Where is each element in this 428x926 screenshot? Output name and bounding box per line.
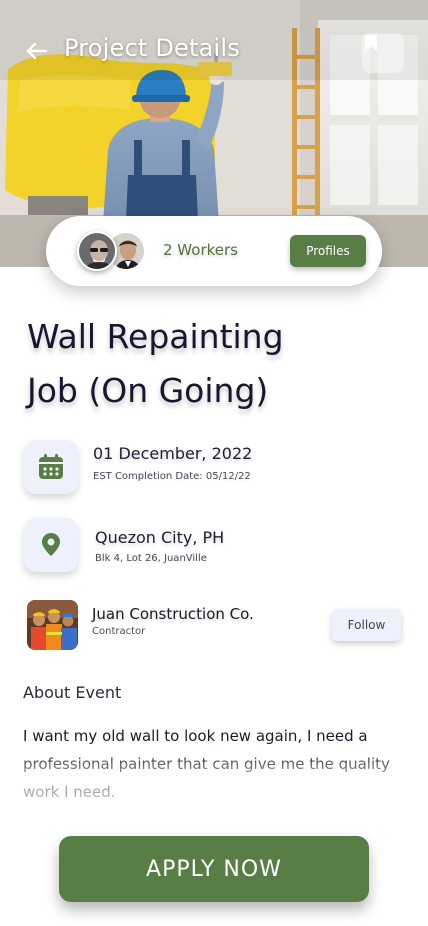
arrow-left-icon: [26, 42, 48, 60]
workers-card: 2 Workers Profiles: [46, 216, 382, 286]
workers-count: 2 Workers: [163, 241, 238, 259]
back-button[interactable]: [22, 36, 52, 66]
calendar-icon: [39, 454, 63, 479]
calendar-icon-tile: [24, 440, 78, 494]
bookmark-icon: [365, 35, 377, 51]
location-city: Quezon City, PH: [95, 528, 225, 547]
contractor-role: Contractor: [92, 626, 146, 637]
location-address: Blk 4, Lot 26, JuanVille: [95, 553, 207, 564]
start-date: 01 December, 2022: [93, 444, 253, 463]
about-heading: About Event: [23, 683, 122, 702]
contractor-name: Juan Construction Co.: [92, 605, 254, 623]
job-title-line-1: Wall Repainting: [27, 317, 284, 356]
profiles-button[interactable]: Profiles: [290, 235, 366, 267]
location-icon-tile: [24, 518, 78, 572]
follow-button[interactable]: Follow: [332, 609, 401, 641]
job-title: Wall Repainting Job (On Going): [27, 310, 357, 418]
about-text: I want my old wall to look new again, I …: [23, 722, 403, 806]
location-pin-icon: [42, 533, 60, 556]
worker-avatar: [77, 231, 117, 271]
company-logo: [27, 600, 78, 650]
completion-date: EST Completion Date: 05/12/22: [93, 471, 251, 482]
bookmark-button[interactable]: [362, 33, 404, 73]
apply-now-button[interactable]: APPLY NOW: [59, 836, 369, 902]
page-title: Project Details: [64, 34, 240, 62]
job-title-line-2: Job (On Going): [27, 371, 269, 410]
